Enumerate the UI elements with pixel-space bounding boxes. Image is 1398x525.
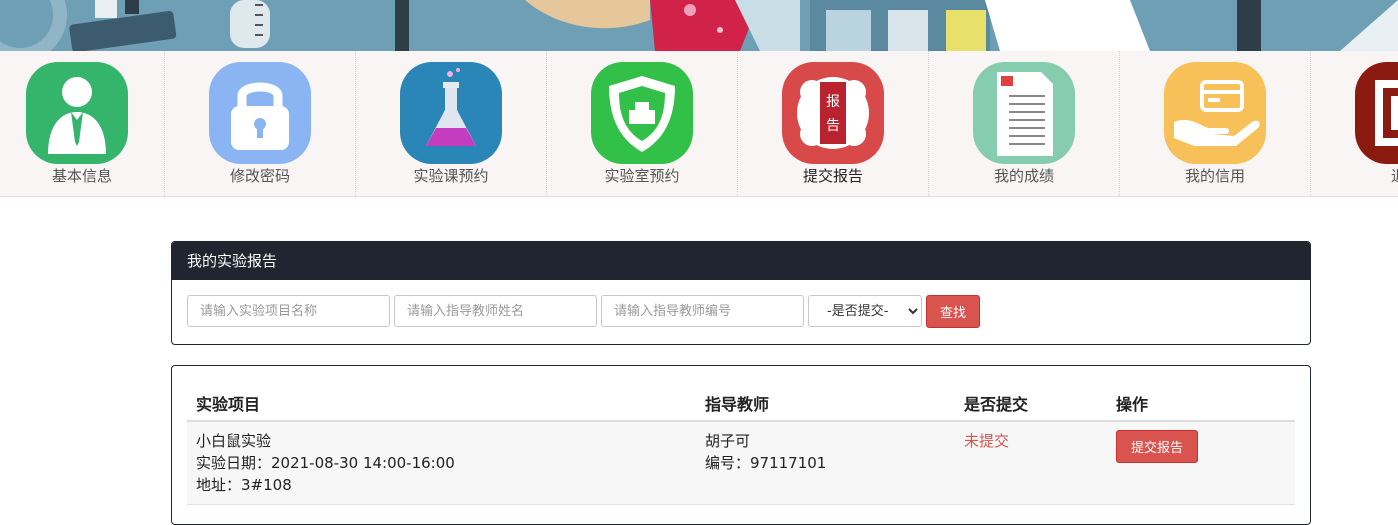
nav-item-lab-booking[interactable]: 实验室预约 [547, 51, 738, 196]
svg-text:告: 告 [826, 118, 840, 134]
project-name: 小白鼠实验 [196, 432, 272, 450]
nav-item-submit-report[interactable]: 报 告 提交报告 [738, 51, 929, 196]
nav-item-course-booking[interactable]: 实验课预约 [356, 51, 547, 196]
report-icon: 报 告 [782, 62, 884, 164]
user-icon [26, 62, 128, 164]
project-name-input[interactable] [187, 295, 390, 327]
teacher-cell: 胡子可 编号：97117101 [705, 430, 826, 474]
nav-item-my-grades[interactable]: 我的成绩 [929, 51, 1120, 196]
svg-text:报: 报 [826, 94, 840, 110]
credit-card-hand-icon [1164, 62, 1266, 164]
nav-label: 基本信息 [51, 167, 112, 185]
search-panel: 我的实验报告 -是否提交- 查找 [171, 241, 1311, 345]
nav-label: 修改密码 [229, 167, 290, 185]
nav-item-logout[interactable]: 退出 [1311, 51, 1398, 196]
search-button[interactable]: 查找 [926, 295, 980, 328]
nav-item-my-credit[interactable]: 我的信用 [1120, 51, 1311, 196]
nav-label: 提交报告 [802, 167, 863, 185]
logout-icon [1355, 62, 1398, 164]
teacher-id-input[interactable] [601, 295, 804, 327]
header-submitted: 是否提交 [964, 395, 1029, 414]
shield-icon [591, 62, 693, 164]
project-date: 实验日期：2021-08-30 14:00-16:00 [196, 454, 455, 472]
report-table: 实验项目 指导教师 是否提交 操作 小白鼠实验 实验日期：2021-08-30 … [171, 365, 1311, 525]
panel-title: 我的实验报告 [172, 242, 1310, 280]
banner-image [0, 0, 1398, 51]
nav-label: 我的成绩 [993, 167, 1054, 185]
submit-report-button[interactable]: 提交报告 [1116, 430, 1198, 463]
teacher-id: 编号：97117101 [705, 454, 827, 472]
nav-label: 实验课预约 [413, 167, 489, 185]
nav-item-basic-info[interactable]: 基本信息 [0, 51, 165, 196]
teacher-name-input[interactable] [394, 295, 597, 327]
main-nav: 基本信息 修改密码 实验课预约 实验室预约 报 告 提交报告 我的成绩 我的信用 [0, 51, 1398, 197]
search-row: -是否提交- 查找 [172, 280, 1310, 344]
header-teacher: 指导教师 [705, 395, 770, 414]
table-header: 实验项目 指导教师 是否提交 操作 [187, 384, 1295, 422]
nav-label: 实验室预约 [604, 167, 680, 185]
status-text: 未提交 [964, 432, 1010, 450]
nav-item-change-password[interactable]: 修改密码 [165, 51, 356, 196]
nav-label: 退出 [1311, 165, 1398, 186]
banner-illustration [0, 0, 1398, 51]
submitted-select[interactable]: -是否提交- [808, 295, 922, 327]
document-icon [973, 62, 1075, 164]
project-cell: 小白鼠实验 实验日期：2021-08-30 14:00-16:00 地址：3#1… [196, 430, 455, 496]
flask-icon [400, 62, 502, 164]
project-address: 地址：3#108 [196, 476, 292, 494]
lock-icon [209, 62, 311, 164]
teacher-name: 胡子可 [705, 432, 751, 450]
table-row: 小白鼠实验 实验日期：2021-08-30 14:00-16:00 地址：3#1… [187, 422, 1295, 505]
nav-label: 我的信用 [1184, 167, 1245, 185]
header-project: 实验项目 [196, 395, 261, 414]
header-action: 操作 [1116, 395, 1149, 414]
